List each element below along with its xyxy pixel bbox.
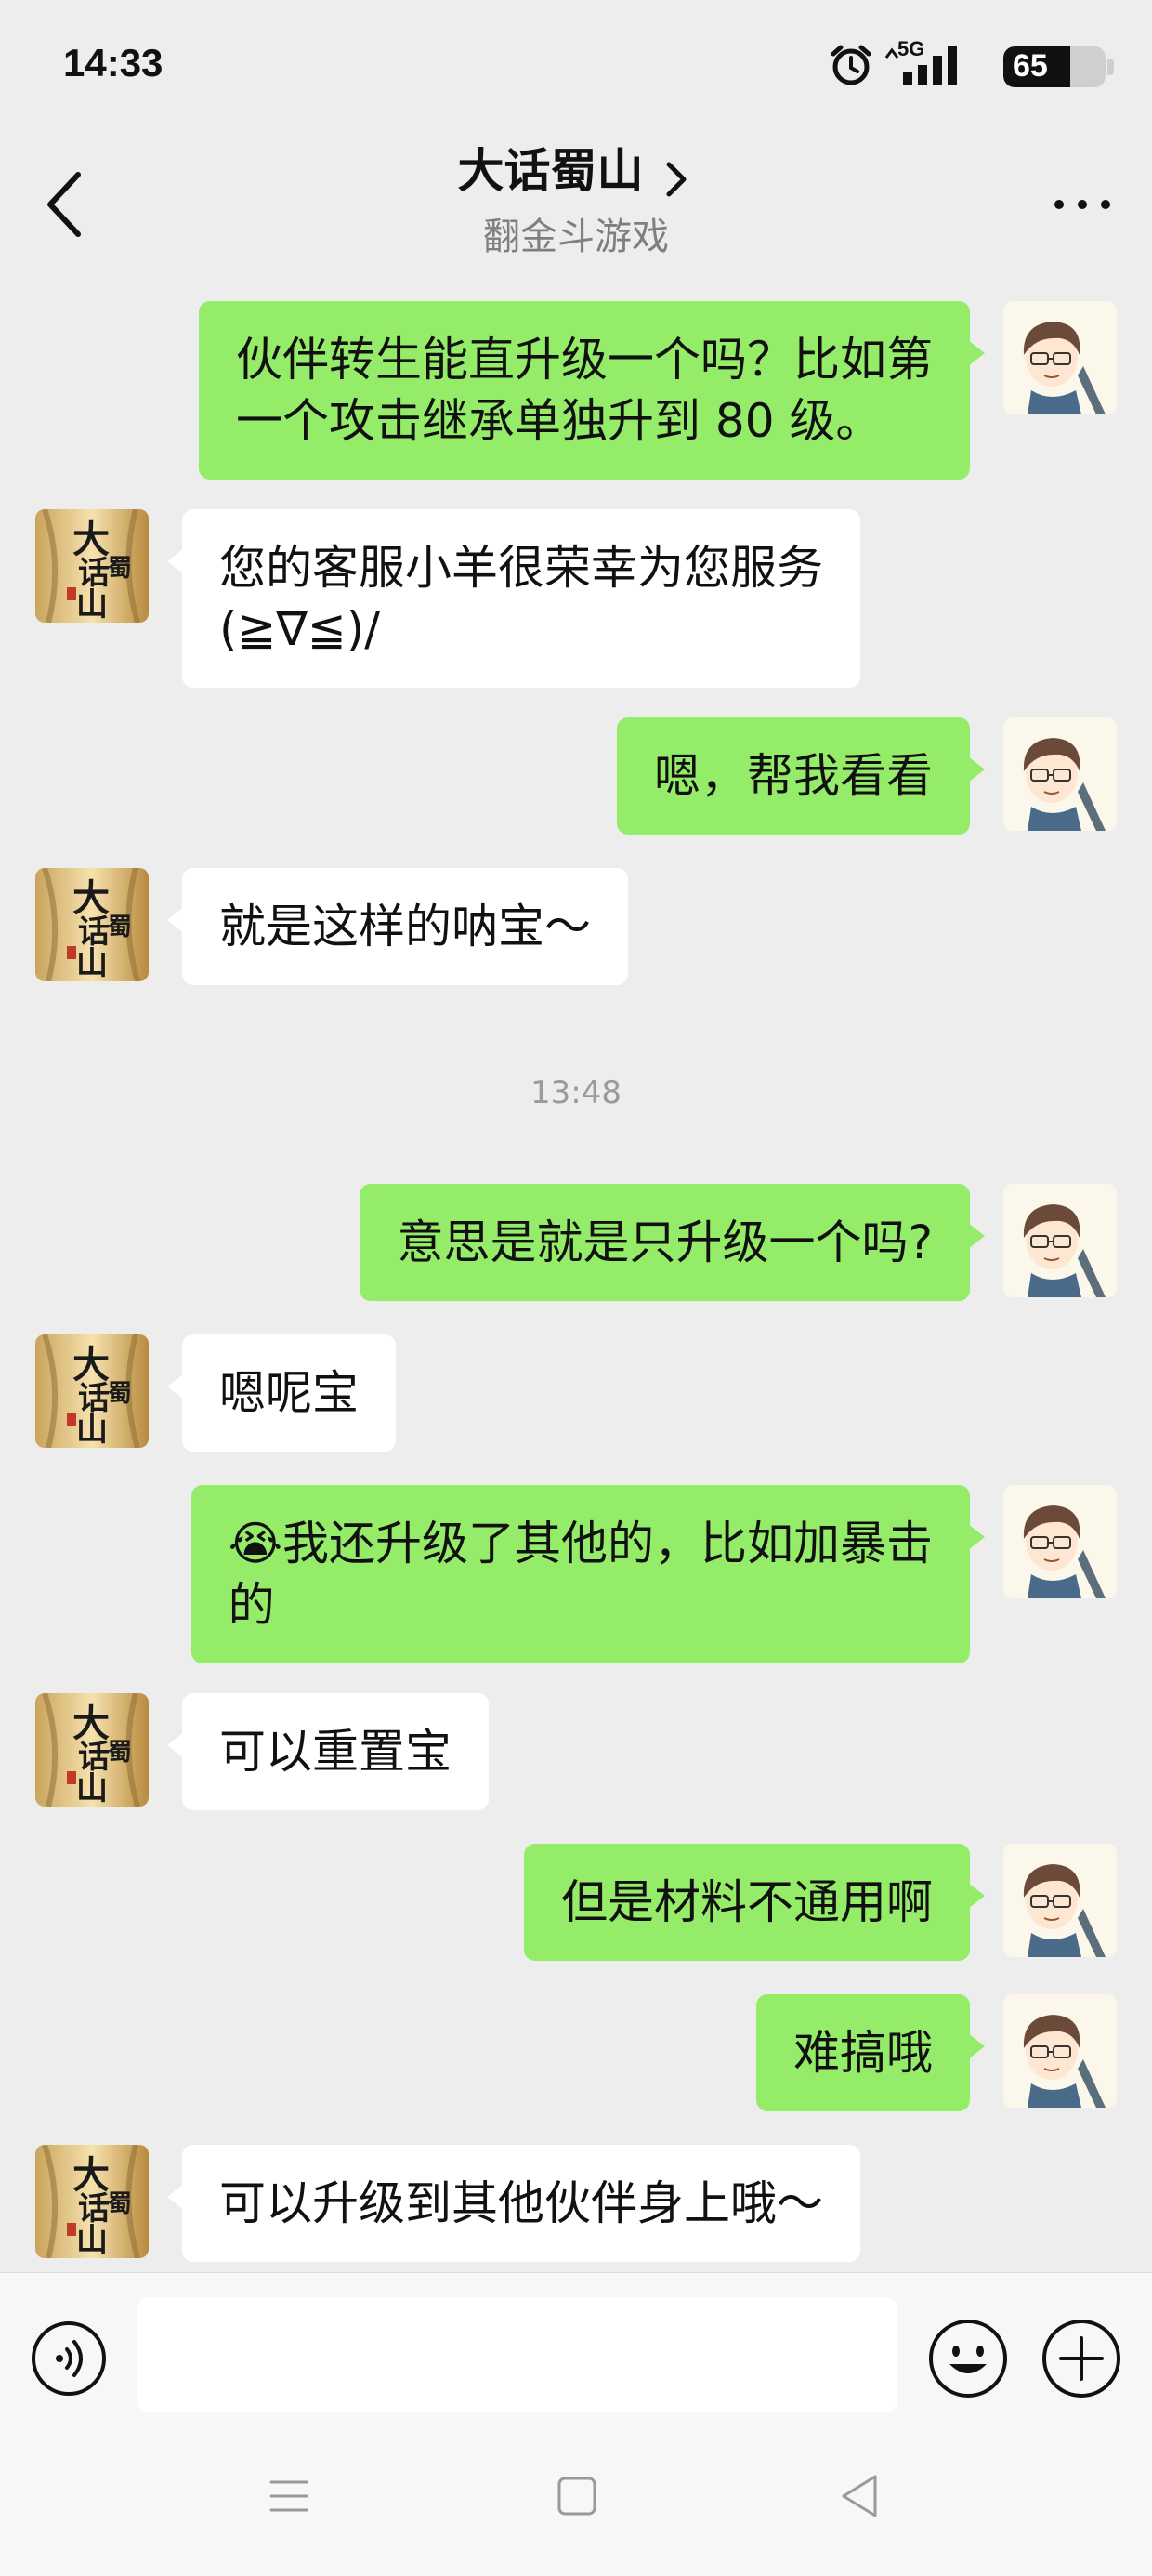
battery-level: 65	[1013, 48, 1048, 84]
status-icons: 5G 65	[818, 37, 1115, 93]
emoji-icon[interactable]	[927, 2318, 1009, 2399]
message-bubble[interactable]: 嗯，帮我看看	[617, 717, 985, 835]
my-avatar[interactable]	[1003, 301, 1117, 414]
svg-text:蜀: 蜀	[108, 1739, 132, 1767]
incoming-message: 大 话 蜀 山 就是这样的呐宝～	[0, 868, 1152, 1054]
system-nav-bar	[0, 2430, 1152, 2576]
incoming-message: 大 话 蜀 山 您的客服小羊很荣幸为您服务 (≧∇≦)/	[0, 509, 1152, 695]
message-timestamp: 13:48	[530, 1074, 622, 1111]
chat-title[interactable]: 大话蜀山	[457, 134, 643, 201]
alarm-icon	[831, 45, 871, 85]
my-avatar[interactable]	[1003, 1994, 1117, 2108]
chevron-right-icon[interactable]	[658, 159, 695, 200]
message-bubble[interactable]: 意思是就是只升级一个吗?	[360, 1184, 985, 1301]
battery-icon: 65	[1003, 46, 1115, 87]
chat-header: 大话蜀山 翻金斗游戏	[0, 121, 1152, 269]
contact-avatar[interactable]: 大 话 蜀 山	[35, 1693, 149, 1807]
my-avatar[interactable]	[1003, 1184, 1117, 1297]
my-avatar[interactable]	[1003, 1844, 1117, 1957]
message-bubble[interactable]: 您的客服小羊很荣幸为您服务 (≧∇≦)/	[167, 509, 860, 688]
status-bar: 14:33 5G 65	[0, 0, 1152, 139]
plus-icon[interactable]	[1041, 2318, 1122, 2399]
message-bubble[interactable]: 难搞哦	[756, 1994, 985, 2111]
outgoing-message: 😭我还升级了其他的，比如加暴击 的	[0, 1485, 1152, 1671]
contact-avatar[interactable]: 大 话 蜀 山	[35, 868, 149, 981]
home-icon[interactable]	[554, 2473, 600, 2519]
voice-icon[interactable]	[30, 2320, 108, 2398]
contact-avatar[interactable]: 大 话 蜀 山	[35, 509, 149, 623]
svg-text:蜀: 蜀	[108, 2190, 132, 2218]
signal-5g-icon: 5G	[883, 37, 966, 87]
status-time: 14:33	[63, 41, 164, 85]
contact-avatar[interactable]: 大 话 蜀 山	[35, 2145, 149, 2258]
message-bubble[interactable]: 就是这样的呐宝～	[167, 868, 628, 985]
svg-text:蜀: 蜀	[108, 913, 132, 941]
chat-title-wrap[interactable]: 大话蜀山	[0, 134, 1152, 201]
svg-text:蜀: 蜀	[108, 1380, 132, 1408]
outgoing-message: 伙伴转生能直升级一个吗？比如第 一个攻击继承单独升到 80 级。	[0, 301, 1152, 487]
my-avatar[interactable]	[1003, 717, 1117, 831]
more-dots-icon[interactable]	[1050, 186, 1115, 223]
svg-text:山: 山	[76, 586, 108, 623]
nav-back-icon[interactable]	[836, 2471, 883, 2521]
message-input[interactable]	[137, 2297, 897, 2412]
svg-text:山: 山	[76, 2222, 108, 2258]
message-list[interactable]: 伙伴转生能直升级一个吗？比如第 一个攻击继承单独升到 80 级。 大 话 蜀 山…	[0, 269, 1152, 2272]
svg-text:蜀: 蜀	[108, 555, 132, 583]
recent-apps-icon[interactable]	[266, 2473, 312, 2519]
contact-avatar[interactable]: 大 话 蜀 山	[35, 1334, 149, 1448]
incoming-message: 大 话 蜀 山 可以升级到其他伙伴身上哦～	[0, 2145, 1152, 2272]
chat-subtitle: 翻金斗游戏	[483, 216, 669, 258]
message-bubble[interactable]: 但是材料不通用啊	[524, 1844, 985, 1961]
my-avatar[interactable]	[1003, 1485, 1117, 1598]
input-bar	[0, 2272, 1152, 2430]
svg-text:山: 山	[76, 945, 108, 981]
message-bubble[interactable]: 可以升级到其他伙伴身上哦～	[167, 2145, 860, 2262]
svg-text:山: 山	[76, 1412, 108, 1448]
message-bubble[interactable]: 伙伴转生能直升级一个吗？比如第 一个攻击继承单独升到 80 级。	[199, 301, 985, 480]
message-bubble[interactable]: 可以重置宝	[167, 1693, 489, 1810]
message-bubble[interactable]: 😭我还升级了其他的，比如加暴击 的	[190, 1485, 986, 1663]
message-bubble[interactable]: 嗯呢宝	[167, 1334, 396, 1452]
svg-text:山: 山	[76, 1770, 108, 1807]
